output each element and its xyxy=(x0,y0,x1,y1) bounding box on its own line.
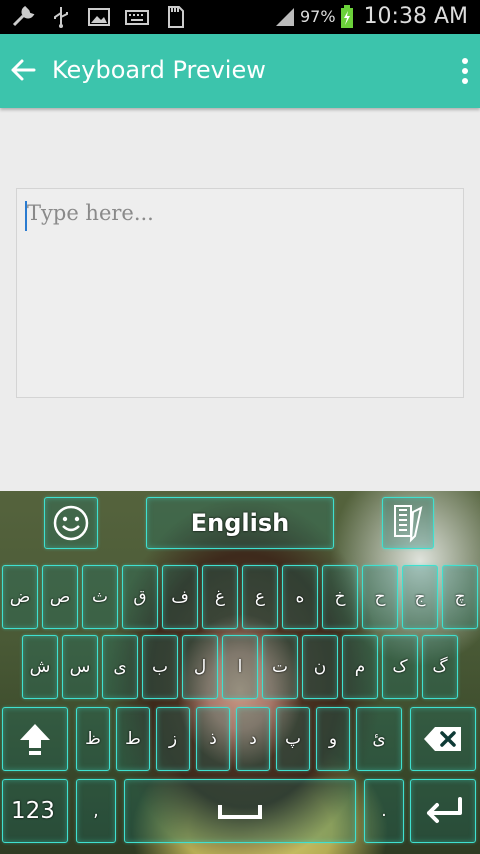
key-qaf[interactable]: ق xyxy=(122,565,158,629)
key-nun[interactable]: ن xyxy=(302,635,338,699)
input-placeholder: Type here... xyxy=(27,201,154,225)
key-gaf[interactable]: گ xyxy=(422,635,458,699)
emoji-icon xyxy=(53,505,89,541)
shift-icon xyxy=(20,724,50,755)
key-toe[interactable]: ط xyxy=(116,707,150,771)
key-mim[interactable]: م xyxy=(342,635,378,699)
key-sin[interactable]: س xyxy=(62,635,98,699)
backspace-button[interactable] xyxy=(410,707,476,771)
backspace-icon xyxy=(424,727,461,751)
key-vav[interactable]: و xyxy=(316,707,350,771)
theme-button[interactable] xyxy=(382,497,434,549)
key-kaf[interactable]: ک xyxy=(382,635,418,699)
enter-icon xyxy=(427,797,462,823)
key-dad[interactable]: ض xyxy=(2,565,38,629)
key-che[interactable]: چ xyxy=(442,565,478,629)
key-se[interactable]: ث xyxy=(82,565,118,629)
image-icon xyxy=(88,8,110,26)
key-dal[interactable]: د xyxy=(236,707,270,771)
space-bar[interactable] xyxy=(124,779,356,843)
key-hamza-ye[interactable]: ئ xyxy=(356,707,402,771)
space-bar-icon xyxy=(218,805,262,819)
status-bar: 97% 10:38 AM xyxy=(0,0,480,34)
usb-icon xyxy=(54,7,68,28)
key-jim[interactable]: ج xyxy=(402,565,438,629)
key-shin[interactable]: ش xyxy=(22,635,58,699)
key-comma[interactable]: , xyxy=(76,779,116,843)
keyboard-theme-icon xyxy=(394,505,423,543)
battery-charging-icon xyxy=(340,4,353,28)
key-sad[interactable]: ص xyxy=(42,565,78,629)
clock: 10:38 AM xyxy=(363,4,468,29)
key-zoe[interactable]: ظ xyxy=(76,707,110,771)
enter-button[interactable] xyxy=(410,779,476,843)
key-ze[interactable]: ز xyxy=(156,707,190,771)
key-hhe[interactable]: ح xyxy=(362,565,398,629)
arrow-left-icon[interactable] xyxy=(8,54,38,86)
key-khe[interactable]: خ xyxy=(322,565,358,629)
keyboard-icon xyxy=(125,10,149,25)
key-alef[interactable]: ا xyxy=(222,635,258,699)
key-ghain[interactable]: غ xyxy=(202,565,238,629)
key-be[interactable]: ب xyxy=(142,635,178,699)
more-vert-icon[interactable] xyxy=(458,56,472,86)
page-title: Keyboard Preview xyxy=(52,56,266,84)
wrench-icon xyxy=(12,6,35,27)
shift-button[interactable] xyxy=(2,707,68,771)
key-zal[interactable]: ذ xyxy=(196,707,230,771)
numbers-button[interactable]: 123 xyxy=(2,779,68,843)
key-lam[interactable]: ل xyxy=(182,635,218,699)
key-ain[interactable]: ع xyxy=(242,565,278,629)
app-bar: Keyboard Preview xyxy=(0,34,480,108)
keyboard: English ض ص ث ق ف غ ع ه خ ح ج چ ش س ی ب … xyxy=(0,491,480,854)
battery-percent: 97% xyxy=(300,7,336,26)
key-he[interactable]: ه xyxy=(282,565,318,629)
key-te[interactable]: ت xyxy=(262,635,298,699)
language-button[interactable]: English xyxy=(146,497,334,549)
key-fe[interactable]: ف xyxy=(162,565,198,629)
sd-card-icon xyxy=(168,6,184,28)
key-period[interactable]: . xyxy=(364,779,404,843)
key-ye[interactable]: ی xyxy=(102,635,138,699)
emoji-button[interactable] xyxy=(44,497,98,549)
key-pe[interactable]: پ xyxy=(276,707,310,771)
signal-icon xyxy=(276,7,294,26)
text-input[interactable]: Type here... xyxy=(16,188,464,398)
